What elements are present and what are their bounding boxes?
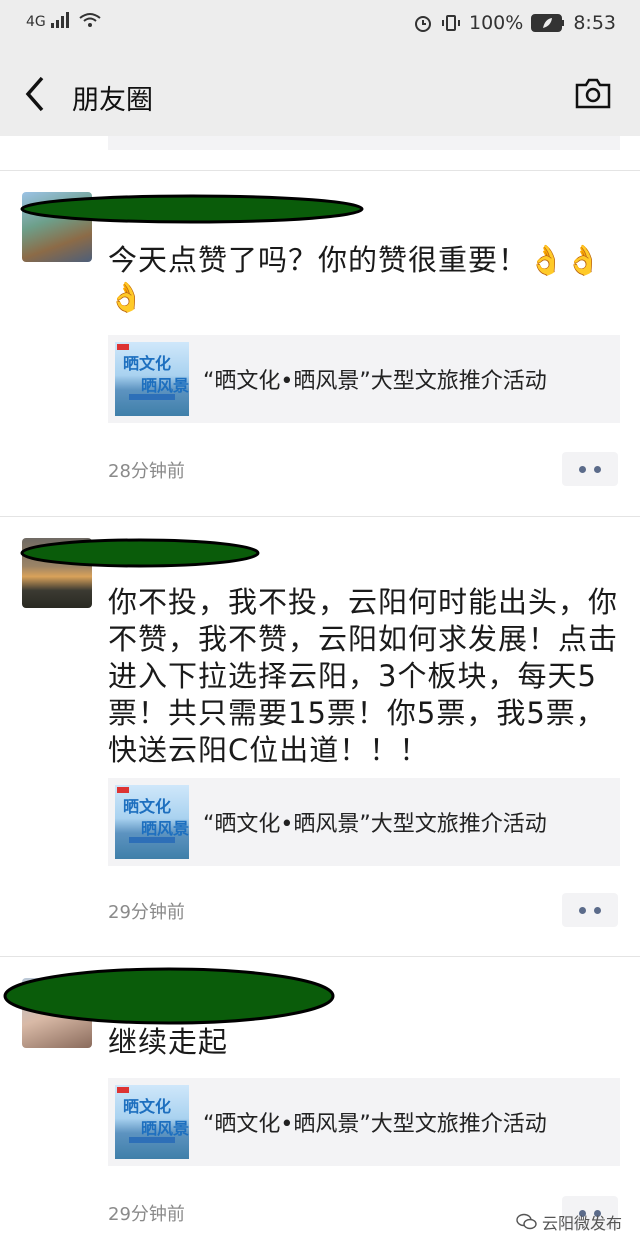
redacted-username (20, 538, 260, 568)
page-title: 朋友圈 (72, 85, 153, 116)
redacted-username (20, 194, 364, 224)
post-divider (0, 170, 640, 171)
vibrate-icon (442, 15, 460, 31)
battery-icon (531, 14, 565, 32)
battery-percent: 100% (469, 12, 524, 34)
signal-indicator: 4G (26, 12, 101, 30)
post-text: 继续走起 (108, 1025, 229, 1059)
post-divider (0, 516, 640, 517)
post-text: 今天点赞了吗？你的赞很重要！👌👌👌 (108, 243, 603, 314)
post-time: 28分钟前 (108, 461, 185, 482)
link-thumbnail: 晒文化 晒风景 (115, 1085, 189, 1159)
link-card[interactable]: 晒文化 晒风景 “晒文化•晒风景”大型文旅推介活动 (108, 1078, 620, 1166)
clock: 8:53 (573, 12, 616, 34)
status-right: 100% 8:53 (413, 12, 616, 34)
post-divider (0, 956, 640, 957)
link-thumbnail: 晒文化 晒风景 (115, 785, 189, 859)
nav-bar: 朋友圈 (0, 52, 640, 136)
post-time: 29分钟前 (108, 902, 185, 923)
signal-icon (51, 12, 70, 28)
redacted-username (3, 967, 335, 1025)
link-card[interactable]: 晒文化 晒风景 “晒文化•晒风景”大型文旅推介活动 (108, 778, 620, 866)
link-thumbnail: 晒文化 晒风景 (115, 342, 189, 416)
more-actions-button[interactable] (562, 452, 618, 486)
link-title: “晒文化•晒风景”大型文旅推介活动 (203, 1112, 547, 1137)
watermark-text: 云阳微发布 (541, 1214, 622, 1233)
wifi-icon (79, 13, 101, 27)
camera-icon[interactable] (574, 76, 612, 110)
wechat-icon (516, 1213, 537, 1230)
alarm-icon (415, 16, 431, 32)
post-time: 29分钟前 (108, 1204, 185, 1225)
link-title: “晒文化•晒风景”大型文旅推介活动 (203, 812, 547, 837)
status-bar: 4G 100% 8:53 (0, 0, 640, 52)
previous-post-link-card[interactable] (108, 136, 620, 150)
more-actions-button[interactable] (562, 893, 618, 927)
back-arrow-icon[interactable] (22, 74, 48, 114)
network-label: 4G (26, 14, 46, 30)
link-title: “晒文化•晒风景”大型文旅推介活动 (203, 369, 547, 394)
post-text: 你不投，我不投，云阳何时能出头，你不赞，我不赞，云阳如何求发展！点击进入下拉选择… (108, 585, 619, 767)
watermark: 云阳微发布 (516, 1210, 622, 1234)
link-card[interactable]: 晒文化 晒风景 “晒文化•晒风景”大型文旅推介活动 (108, 335, 620, 423)
